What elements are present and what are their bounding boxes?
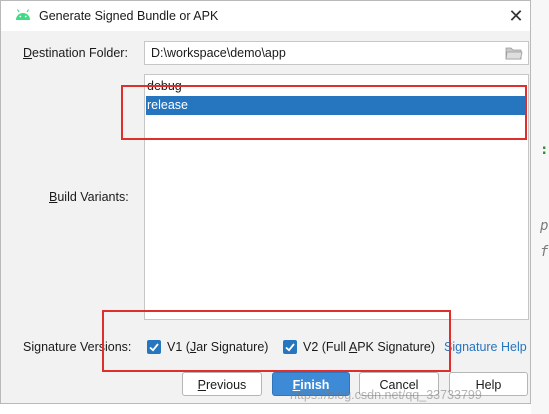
bg-code-fragment: p xyxy=(540,218,549,234)
folder-icon[interactable] xyxy=(505,45,523,61)
watermark-text: https://blog.csdn.net/qq_33733799 xyxy=(290,388,482,402)
background-editor-right xyxy=(531,0,549,414)
dialog-title: Generate Signed Bundle or APK xyxy=(39,9,219,23)
android-icon xyxy=(15,9,31,24)
destination-folder-label: Destination Folder: xyxy=(23,46,128,60)
bg-code-fragment: f xyxy=(540,244,549,260)
annotation-box-release xyxy=(121,85,527,140)
signature-help-link[interactable]: Signature Help xyxy=(444,340,527,354)
bg-code-fragment: : xyxy=(540,142,549,158)
destination-folder-input[interactable]: D:\workspace\demo\app xyxy=(144,41,529,65)
annotation-box-signature xyxy=(102,310,451,372)
close-icon[interactable]: ✕ xyxy=(506,6,526,26)
title-bar: Generate Signed Bundle or APK ✕ xyxy=(1,1,530,31)
previous-button[interactable]: Previous xyxy=(182,372,262,396)
build-variants-label: Build Variants: xyxy=(49,190,129,204)
